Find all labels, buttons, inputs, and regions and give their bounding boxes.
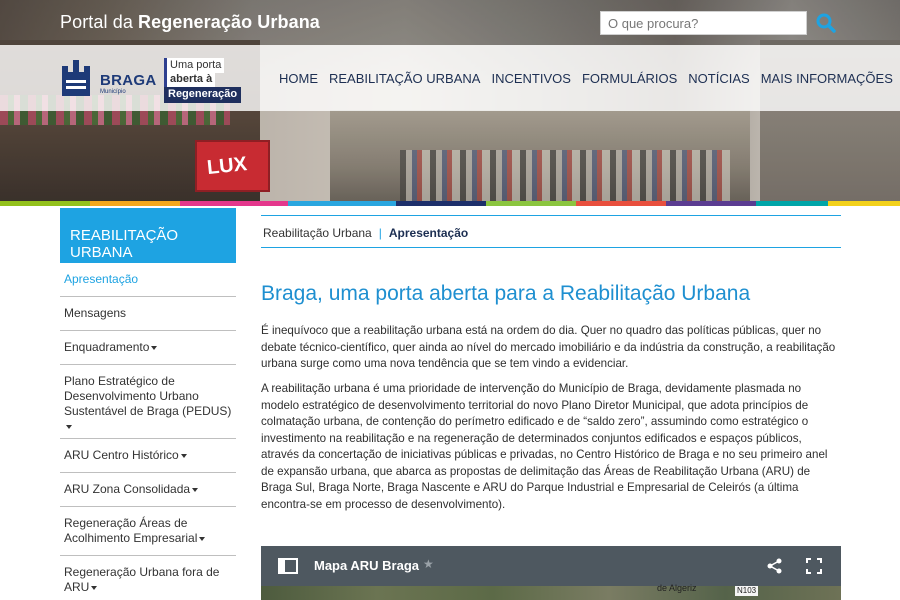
chevron-down-icon[interactable] xyxy=(151,345,158,350)
map-title: Mapa ARU Braga xyxy=(314,558,419,573)
sidebar-menu: Apresentação Mensagens Enquadramento Pla… xyxy=(60,263,236,600)
breadcrumb-current: Apresentação xyxy=(388,226,469,240)
map-view[interactable]: de Algeriz N103 xyxy=(261,583,841,600)
sidebar-item-areas-acolhimento[interactable]: Regeneração Áreas de Acolhimento Empresa… xyxy=(60,507,236,556)
search-input[interactable] xyxy=(601,12,806,34)
search-icon[interactable] xyxy=(815,12,837,34)
nav-reabilitacao-urbana[interactable]: REABILITAÇÃO URBANA xyxy=(329,71,480,86)
badge-line-3: Regeneração xyxy=(164,87,242,103)
sidebar-item-pedus[interactable]: Plano Estratégico de Desenvolvimento Urb… xyxy=(60,365,236,439)
braga-crest-icon xyxy=(62,60,90,96)
chevron-down-icon[interactable] xyxy=(199,536,206,541)
logo-text: BRAGA xyxy=(100,72,157,89)
breadcrumb: Reabilitação Urbana | Apresentação xyxy=(261,215,841,248)
breadcrumb-parent[interactable]: Reabilitação Urbana xyxy=(263,226,372,240)
share-icon[interactable] xyxy=(767,558,783,574)
chevron-down-icon[interactable] xyxy=(91,585,98,590)
color-strip xyxy=(0,201,900,206)
braga-logo[interactable]: BRAGA Município xyxy=(60,56,157,100)
nav-incentivos[interactable]: INCENTIVOS xyxy=(491,71,570,86)
regeneration-badge: Uma porta aberta à Regeneração xyxy=(164,58,242,103)
sidebar-heading: REABILITAÇÃO URBANA xyxy=(60,208,236,263)
main-navigation: HOME REABILITAÇÃO URBANA INCENTIVOS FORM… xyxy=(279,71,900,86)
sidebar-item-apresentacao[interactable]: Apresentação xyxy=(60,263,236,297)
sidebar-item-aru-zona-consolidada[interactable]: ARU Zona Consolidada xyxy=(60,473,236,507)
body-paragraph: A reabilitação urbana é uma prioridade d… xyxy=(261,382,828,511)
logo-subtext: Município xyxy=(100,89,126,95)
nav-mais-informacoes[interactable]: MAIS INFORMAÇÕES xyxy=(761,71,893,86)
nav-home[interactable]: HOME xyxy=(279,71,318,86)
sidebar-item-aru-centro-historico[interactable]: ARU Centro Histórico xyxy=(60,439,236,473)
star-icon[interactable]: ★ xyxy=(423,557,434,571)
sidebar-item-mensagens[interactable]: Mensagens xyxy=(60,297,236,331)
badge-line-2: aberta à xyxy=(164,73,216,87)
sidebar-item-enquadramento[interactable]: Enquadramento xyxy=(60,331,236,365)
chevron-down-icon[interactable] xyxy=(192,487,199,492)
sidebar-item-fora-de-aru[interactable]: Regeneração Urbana fora de ARU xyxy=(60,556,236,600)
badge-line-1: Uma porta xyxy=(164,58,225,73)
map-place-label: de Algeriz xyxy=(657,583,697,593)
chevron-down-icon[interactable] xyxy=(180,453,187,458)
search-field[interactable] xyxy=(600,11,807,35)
nav-formularios[interactable]: FORMULÁRIOS xyxy=(582,71,677,86)
chevron-down-icon[interactable] xyxy=(66,425,72,429)
nav-noticias[interactable]: NOTÍCIAS xyxy=(688,71,749,86)
sidebar-toggle-icon[interactable] xyxy=(278,558,298,574)
fullscreen-icon[interactable] xyxy=(806,558,822,574)
map-embed-header: Mapa ARU Braga ★ xyxy=(261,546,841,586)
portal-title[interactable]: Portal da Regeneração Urbana xyxy=(60,12,320,33)
intro-paragraph: É inequívoco que a reabilitação urbana e… xyxy=(261,324,836,370)
page-title: Braga, uma porta aberta para a Reabilita… xyxy=(261,282,751,305)
breadcrumb-separator: | xyxy=(378,226,382,240)
map-road-label: N103 xyxy=(735,586,759,596)
